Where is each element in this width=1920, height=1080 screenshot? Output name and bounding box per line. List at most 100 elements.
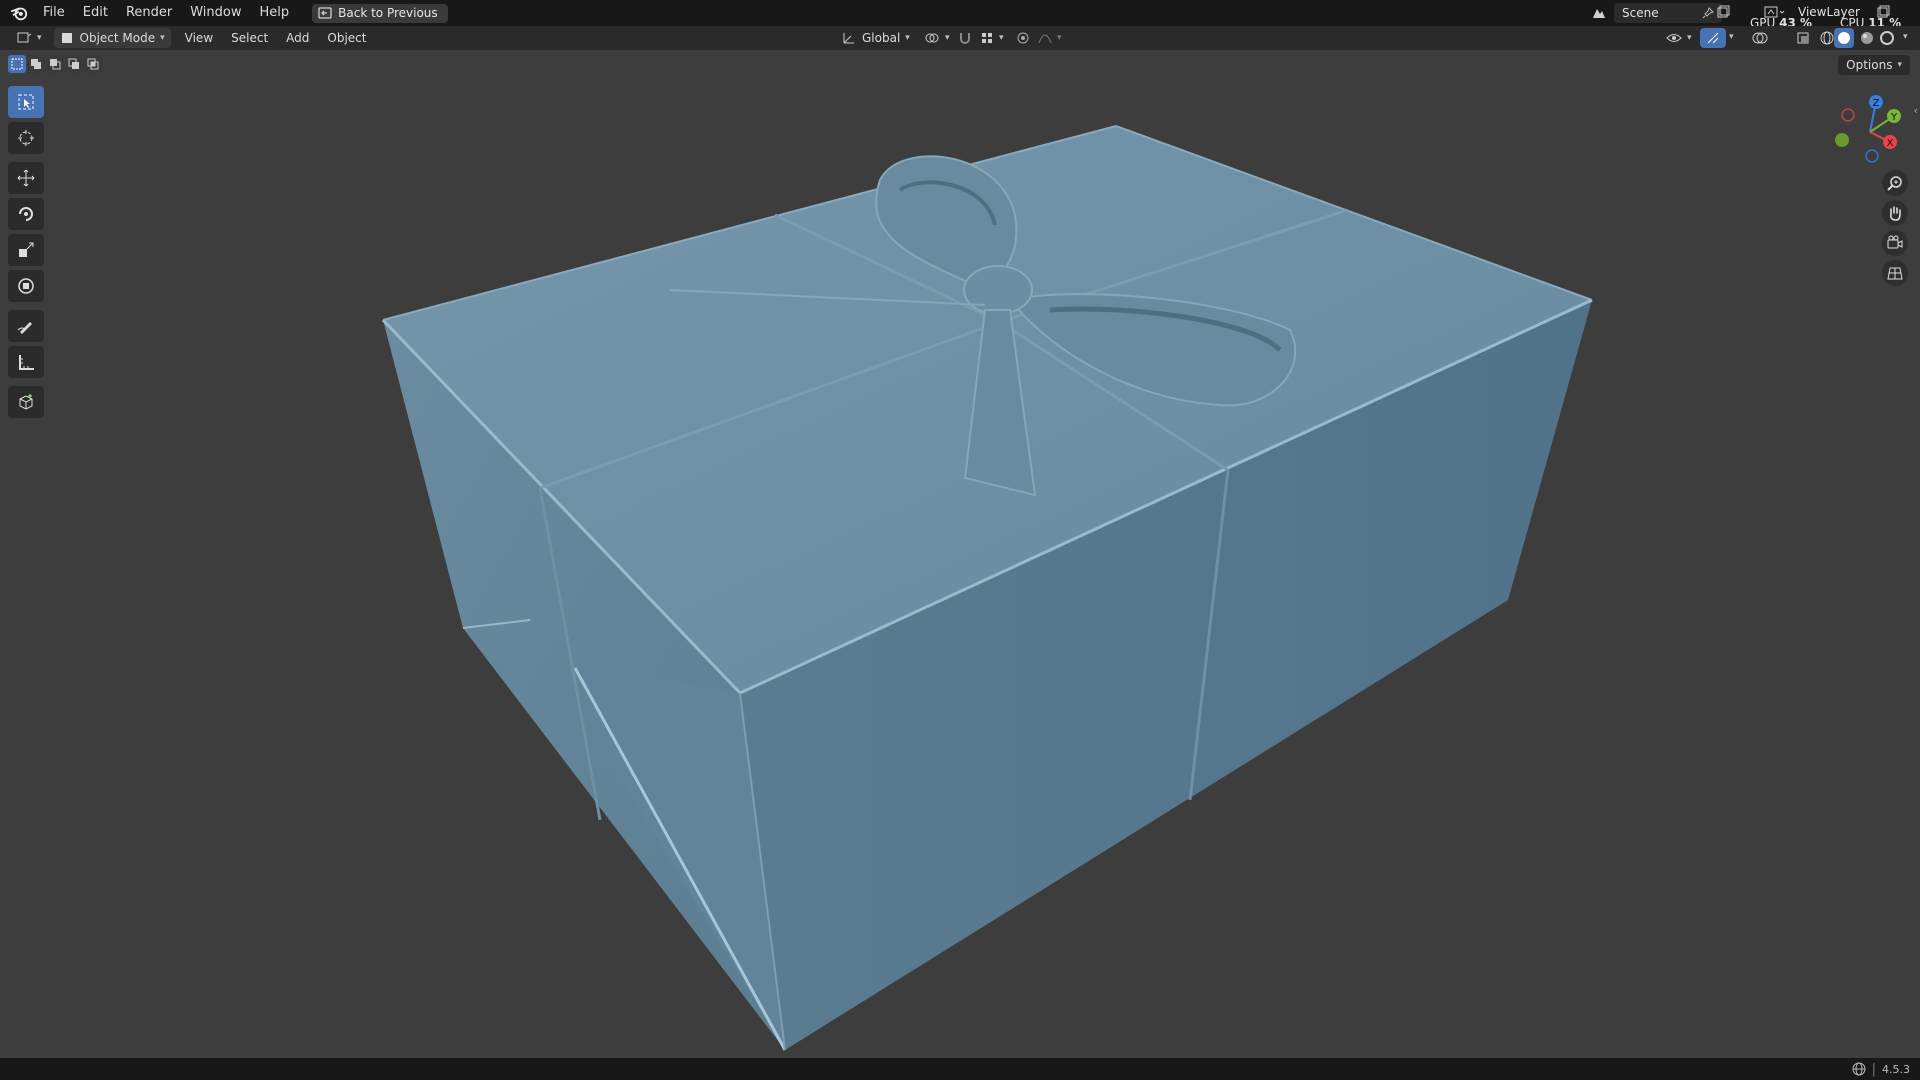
scene-name-label: Scene [1622,6,1659,20]
back-to-previous-label: Back to Previous [338,6,438,20]
overlays-toggle[interactable] [1746,28,1774,48]
new-scene-icon[interactable] [1716,5,1730,23]
zoom-magnifier-icon [1887,176,1902,191]
header-menu-add[interactable]: Add [280,28,315,48]
snap-grid-icon [982,33,992,43]
shading-dropdown-chevron[interactable]: ▾ [1903,32,1908,42]
transform-orientation-dropdown[interactable]: Global ▾ [836,28,916,48]
proportional-edit-icon [1017,32,1029,44]
object-mode-icon [61,33,72,43]
xray-toggle[interactable] [1790,28,1816,48]
select-box-icon [18,94,34,110]
sidebar-toggle-arrow[interactable]: ‹ [1914,104,1918,117]
menu-render[interactable]: Render [117,0,181,26]
menu-window[interactable]: Window [181,0,250,26]
gizmo-z-label: Z [1873,98,1880,109]
scale-icon [19,242,34,257]
tool-transform[interactable] [8,270,44,302]
pin-icon[interactable] [1702,7,1714,19]
chevron-down-icon: ▾ [37,33,42,43]
orientation-label: Global [862,31,901,45]
mode-label: Object Mode [79,31,156,45]
gizmo-neg-z[interactable] [1865,149,1879,163]
scene-name-field[interactable]: Scene [1614,3,1722,23]
header-menu-view[interactable]: View [179,28,219,48]
wireframe-sphere-icon [1820,31,1834,45]
gizmo-neg-y[interactable] [1835,133,1849,147]
3d-viewport[interactable] [0,50,1920,1058]
tool-move[interactable] [8,162,44,194]
back-to-previous-button[interactable]: Back to Previous [312,3,448,23]
annotate-pencil-icon [17,322,32,334]
chevron-down-icon: ▾ [1687,33,1692,43]
pan-view-button[interactable] [1882,200,1908,226]
magnet-icon [960,33,970,44]
pivot-icon [925,33,939,43]
tool-rotate[interactable] [8,198,44,230]
pivot-point-dropdown[interactable]: ▾ [918,28,956,48]
eye-icon [1666,34,1682,42]
gizmo-y-label: Y [1890,112,1898,123]
proportional-falloff-dropdown[interactable]: ▾ [1032,28,1068,48]
add-cube-icon [19,394,33,410]
gizmo-dropdown-chevron[interactable]: ▾ [1729,32,1734,42]
cursor-icon [18,130,34,146]
screen-back-icon [318,7,332,19]
material-sphere-icon [1861,32,1873,44]
grid-perspective-icon [1887,267,1903,280]
status-separator: | [1871,1061,1876,1077]
3d-viewport-icon [17,32,32,43]
navigation-gizmo[interactable]: Z Y X [1828,90,1910,172]
blender-logo-icon[interactable] [10,4,28,22]
chevron-down-icon: ▾ [160,33,165,43]
shading-rendered-button[interactable] [1874,28,1900,48]
tool-cursor[interactable] [8,122,44,154]
gizmo-toggle[interactable] [1700,28,1726,48]
mode-dropdown[interactable]: Object Mode ▾ [53,28,171,48]
tool-annotate[interactable] [8,310,44,342]
menu-help[interactable]: Help [251,0,299,26]
header-menu-select[interactable]: Select [225,28,274,48]
xray-icon [1797,32,1809,44]
rendered-sphere-icon [1880,31,1894,45]
tool-select-box[interactable] [8,86,44,118]
menu-file[interactable]: File [34,0,74,26]
gizmo-x-label: X [1887,138,1894,149]
tool-scale[interactable] [8,234,44,266]
visibility-dropdown[interactable]: ▾ [1660,28,1698,48]
snap-target-dropdown[interactable]: ▾ [974,28,1010,48]
gizmo-neg-x[interactable] [1841,108,1855,122]
chevron-down-icon: ▾ [999,33,1004,43]
move-icon [17,169,35,187]
camera-view-button[interactable] [1882,230,1908,256]
shading-solid-button[interactable] [1834,28,1854,48]
tool-measure[interactable] [8,346,44,378]
solid-sphere-icon [1838,32,1850,44]
overlays-icon [1752,32,1768,44]
chevron-down-icon: ▾ [945,33,950,43]
ribbon-knot[interactable] [963,265,1033,315]
scene-type-icon[interactable] [1586,4,1612,22]
zoom-view-button[interactable] [1882,170,1908,196]
measure-ruler-icon [19,355,34,370]
gizmo-icon [1707,32,1719,44]
editor-type-button[interactable]: ▾ [10,28,48,48]
camera-icon [1887,235,1903,249]
tool-add-cube[interactable] [8,386,44,418]
viewport-header: ▾ Object Mode ▾ View Select Add Object G… [0,26,1920,50]
version-label: 4.5.3 [1882,1062,1910,1076]
chevron-down-icon: ▾ [1057,33,1062,43]
orientation-axes-icon [843,33,854,44]
globe-icon [1852,1062,1866,1076]
header-menu-object[interactable]: Object [321,28,372,48]
rotate-icon [19,207,33,221]
chevron-down-icon: ▾ [905,33,910,43]
hand-icon [1890,206,1901,221]
menu-edit[interactable]: Edit [74,0,117,26]
transform-icon [18,278,34,294]
tool-shelf [8,86,46,422]
top-menu-bar: File Edit Render Window Help Back to Pre… [0,0,1920,30]
falloff-curve-icon [1038,34,1052,44]
status-bar: | 4.5.3 [0,1058,1920,1080]
perspective-toggle-button[interactable] [1882,260,1908,286]
